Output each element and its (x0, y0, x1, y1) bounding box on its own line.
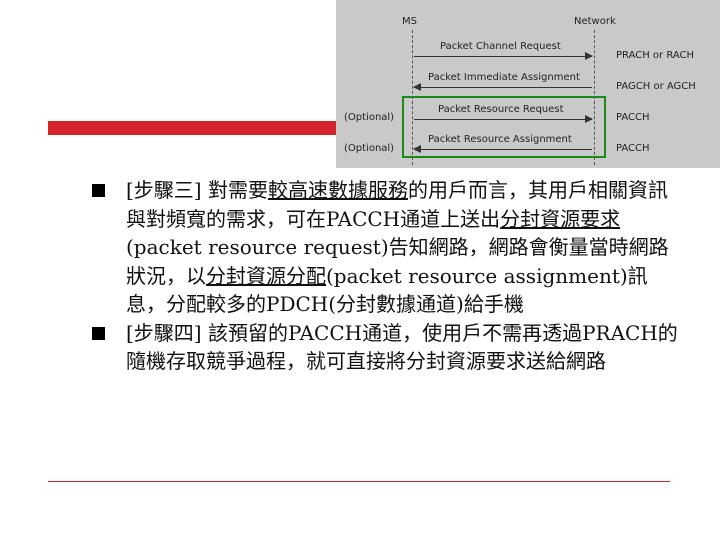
channel-label: PACCH (616, 143, 650, 154)
square-bullet-icon (92, 326, 105, 340)
underlined-term: 分封資源要求 (500, 206, 621, 231)
bullet-item: [步驟三] 對需要較高速數據服務的用戶而言，其用戶相關資訊與對頻寬的需求，可在P… (92, 176, 682, 319)
gprs-access-diagram: MS Network Packet Channel Request PRACH … (336, 0, 720, 168)
optional-highlight-box (402, 96, 606, 158)
network-label: Network (574, 16, 616, 27)
underlined-term: 較高速數據服務 (267, 178, 408, 202)
ms-label: MS (402, 16, 417, 27)
channel-label: PAGCH or AGCH (616, 81, 696, 92)
bullet-list: [步驟三] 對需要較高速數據服務的用戶而言，其用戶相關資訊與對頻寬的需求，可在P… (92, 176, 682, 376)
message-arrow (414, 52, 593, 60)
optional-label: (Optional) (344, 112, 395, 123)
channel-label: PACCH (616, 112, 650, 123)
channel-label: PRACH or RACH (616, 50, 695, 61)
footer-divider (48, 481, 670, 482)
underlined-term: 分封資源分配 (206, 263, 326, 288)
message-label: Packet Channel Request (440, 41, 561, 52)
message-label: Packet Immediate Assignment (428, 72, 580, 83)
message-arrow (413, 83, 592, 91)
optional-label: (Optional) (344, 143, 395, 154)
bullet-item: [步驟四] 該預留的PACCH通道，使用戶不需再透過PRACH的隨機存取競爭過程… (92, 319, 682, 376)
decorative-red-bar (48, 121, 370, 135)
square-bullet-icon (92, 184, 105, 197)
